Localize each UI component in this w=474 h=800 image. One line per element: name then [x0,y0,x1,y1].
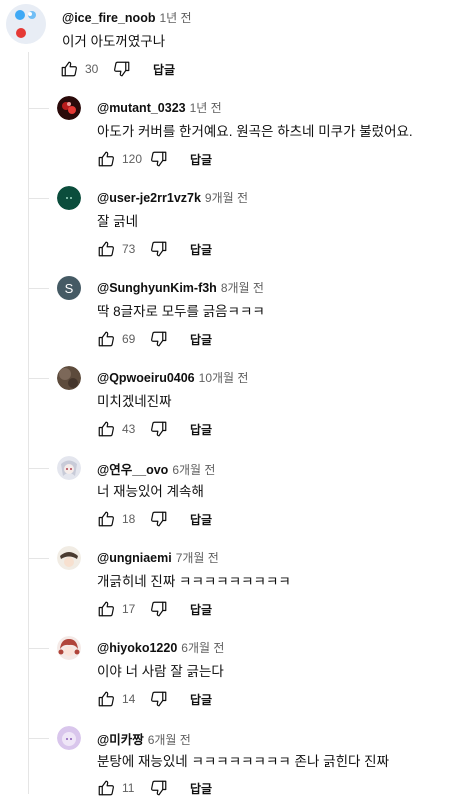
reply-author[interactable]: @hiyoko1220 6개월 전 [97,639,224,656]
reply-text: 이야 너 사람 잘 긁는다 [97,664,224,679]
reply-author[interactable]: @연우__ovo 6개월 전 [97,459,215,478]
reply-text: 아도가 커버를 한거예요. 원곡은 하츠네 미쿠가 불렀어요. [97,124,413,139]
thread-connector [29,198,49,199]
like-count: 30 [85,62,99,76]
thread-connector [29,288,49,289]
dislike-icon[interactable] [150,690,168,708]
avatar[interactable] [57,366,81,390]
reply-text: 미치겠네진짜 [97,394,172,409]
like-icon[interactable] [60,60,78,78]
reply-time[interactable]: 8개월 전 [221,281,264,295]
like-icon[interactable] [97,150,115,168]
avatar[interactable] [57,186,81,210]
dislike-icon[interactable] [150,150,168,168]
like-icon[interactable] [97,240,115,258]
dislike-icon[interactable] [150,779,168,797]
reply-actions: 17 답글 [97,597,212,621]
author-handle[interactable]: @Qpwoeiru0406 [97,371,195,385]
dislike-icon[interactable] [150,420,168,438]
reply-text: 잘 긁네 [97,214,139,229]
author-handle[interactable]: @user-je2rr1vz7k [97,191,201,205]
comment-text: 이거 아도꺼였구나 [62,34,166,49]
reply-time[interactable]: 1년 전 [190,101,222,115]
like-count: 18 [122,512,136,526]
thread-line [28,52,29,794]
reply-actions: 18 답글 [97,507,212,531]
author-handle[interactable]: @ice_fire_noob [62,11,155,25]
reply-author[interactable]: @user-je2rr1vz7k 9개월 전 [97,189,248,206]
like-count: 17 [122,602,136,616]
reply-author[interactable]: @Qpwoeiru0406 10개월 전 [97,369,248,386]
like-icon[interactable] [97,420,115,438]
like-icon[interactable] [97,690,115,708]
author-handle[interactable]: @mutant_0323 [97,101,186,115]
reply-author[interactable]: @SunghyunKim-f3h 8개월 전 [97,279,264,296]
reply-time[interactable]: 10개월 전 [199,371,249,385]
like-icon[interactable] [97,330,115,348]
reply-time[interactable]: 6개월 전 [148,733,191,747]
author-handle[interactable]: @미카짱 [97,733,144,747]
reply-actions: 11 답글 [97,776,212,800]
reply-time[interactable]: 7개월 전 [176,551,219,565]
like-count: 11 [122,781,135,795]
author-handle[interactable]: @SunghyunKim-f3h [97,281,217,295]
author-handle[interactable]: @연우__ovo [97,463,168,477]
reply-button[interactable]: 답글 [190,241,212,258]
dislike-icon[interactable] [150,600,168,618]
like-count: 69 [122,332,136,346]
like-count: 43 [122,422,136,436]
reply-author[interactable]: @ungniaemi 7개월 전 [97,549,219,566]
thread-connector [29,468,49,469]
reply-text: 분탕에 재능있네 ㅋㅋㅋㅋㅋㅋㅋㅋ 존나 긁힌다 진짜 [97,754,389,769]
dislike-icon[interactable] [113,60,131,78]
comment-author[interactable]: @ice_fire_noob 1년 전 [62,9,192,26]
reply-button[interactable]: 답글 [190,151,212,168]
thread-connector [29,738,49,739]
comment-actions: 30 답글 [60,57,175,81]
reply-button[interactable]: 답글 [190,601,212,618]
reply-actions: 73 답글 [97,237,212,261]
like-count: 73 [122,242,136,256]
dislike-icon[interactable] [150,330,168,348]
dislike-icon[interactable] [150,240,168,258]
reply-actions: 69 답글 [97,327,212,351]
comment-time[interactable]: 1년 전 [159,11,191,25]
reply-author[interactable]: @mutant_0323 1년 전 [97,99,222,116]
like-icon[interactable] [97,779,115,797]
author-handle[interactable]: @hiyoko1220 [97,641,177,655]
dislike-icon[interactable] [150,510,168,528]
reply-time[interactable]: 9개월 전 [205,191,248,205]
avatar[interactable]: S [57,276,81,300]
reply-button[interactable]: 답글 [190,421,212,438]
reply-button[interactable]: 답글 [153,61,175,78]
reply-text: 너 재능있어 계속해 [97,484,204,499]
avatar[interactable] [57,636,81,660]
like-icon[interactable] [97,600,115,618]
avatar-letter: S [64,280,74,296]
reply-button[interactable]: 답글 [190,511,212,528]
avatar[interactable] [57,726,81,750]
thread-connector [29,378,49,379]
reply-actions: 14 답글 [97,687,212,711]
like-count: 120 [122,152,143,166]
like-icon[interactable] [97,510,115,528]
thread-connector [29,648,49,649]
avatar[interactable] [57,546,81,570]
reply-author[interactable]: @미카짱 6개월 전 [97,729,191,748]
avatar[interactable] [57,456,81,480]
author-handle[interactable]: @ungniaemi [97,551,172,565]
thread-connector [29,558,49,559]
reply-time[interactable]: 6개월 전 [181,641,224,655]
reply-time[interactable]: 6개월 전 [172,463,215,477]
avatar[interactable] [6,4,46,44]
reply-text: 개긁히네 진짜 ㅋㅋㅋㅋㅋㅋㅋㅋㅋ [97,574,291,589]
reply-button[interactable]: 답글 [190,331,212,348]
like-count: 14 [122,692,136,706]
reply-actions: 43 답글 [97,417,212,441]
reply-button[interactable]: 답글 [190,691,212,708]
reply-text: 딱 8글자로 모두를 긁음ㅋㅋㅋ [97,304,265,319]
avatar[interactable] [57,96,81,120]
thread-connector [29,108,49,109]
reply-actions: 120 답글 [97,147,212,171]
